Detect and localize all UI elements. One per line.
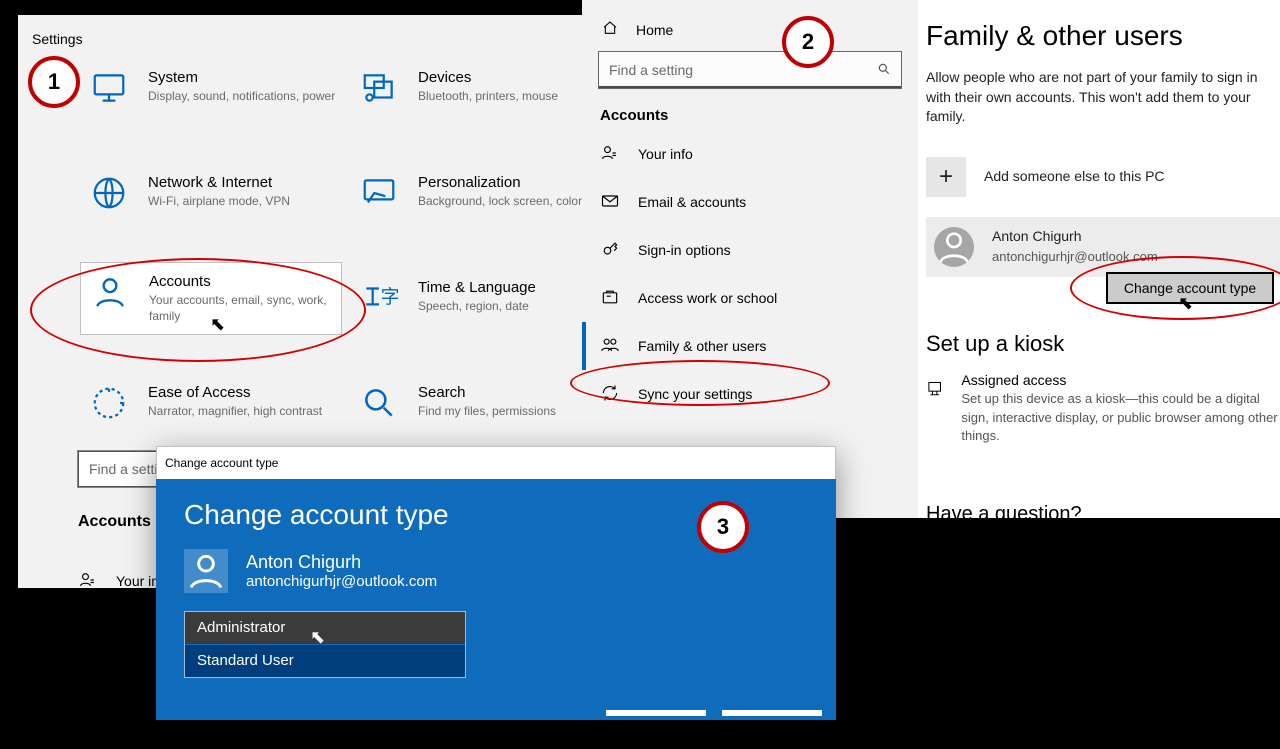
nav-icon — [78, 666, 98, 689]
tile-devices[interactable]: DevicesBluetooth, printers, mouse — [360, 61, 615, 115]
sidebar-item-sync-your-settings[interactable]: Sync your settings — [582, 370, 918, 418]
kiosk-desc: Set up this device as a kiosk—this could… — [961, 390, 1280, 445]
option-standard-user[interactable]: Standard User — [185, 644, 465, 677]
page-heading: Family & other users — [926, 20, 1280, 52]
add-user-button[interactable]: + Add someone else to this PC — [926, 157, 1280, 197]
tile-network[interactable]: Network & InternetWi-Fi, airplane mode, … — [90, 166, 345, 220]
nav-icon — [78, 570, 98, 593]
dialog-titlebar: Change account type — [156, 446, 836, 479]
sidebar-item-family-other-users[interactable]: Family & other users — [582, 322, 918, 370]
search-input[interactable]: Find a setting — [598, 51, 902, 89]
dialog-buttons — [606, 710, 822, 716]
nav-icon — [600, 191, 620, 214]
nav-icon — [600, 239, 620, 262]
nav-icon — [600, 143, 620, 166]
accessibility-icon — [90, 384, 128, 422]
time-language-icon: 字 — [360, 279, 398, 317]
section-header-accounts: Accounts — [78, 513, 151, 531]
user-email: antonchigurhjr@outlook.com — [992, 249, 1158, 264]
change-account-type-button[interactable]: Change account type — [1106, 272, 1274, 304]
option-administrator[interactable]: Administrator — [185, 612, 465, 644]
dialog-user-row: Anton Chigurh antonchigurhjr@outlook.com — [184, 549, 836, 593]
accounts-nav: Your infoEmail & accountsSign-in options… — [582, 130, 918, 418]
tile-accounts[interactable]: AccountsYour accounts, email, sync, work… — [80, 262, 342, 335]
devices-icon — [360, 69, 398, 107]
dialog-button-ok[interactable] — [606, 710, 706, 716]
nav-home[interactable]: Home — [582, 0, 918, 39]
nav-icon — [78, 714, 98, 737]
tile-search[interactable]: SearchFind my files, permissions — [360, 376, 615, 430]
avatar-icon — [934, 227, 974, 267]
tile-system[interactable]: SystemDisplay, sound, notifications, pow… — [90, 61, 345, 115]
tile-ease-of-access[interactable]: Ease of AccessNarrator, magnifier, high … — [90, 376, 345, 430]
nav-icon — [600, 383, 620, 406]
svg-text:字: 字 — [381, 286, 398, 308]
home-icon — [602, 20, 618, 39]
sidebar-item-access-work-or-school[interactable]: Access work or school — [582, 274, 918, 322]
dialog-user-name: Anton Chigurh — [246, 552, 437, 573]
nav-icon — [600, 335, 620, 358]
section-header: Accounts — [600, 107, 918, 124]
magnifier-icon — [360, 384, 398, 422]
sidebar-item-your-info[interactable]: Your info — [582, 130, 918, 178]
search-icon — [877, 62, 891, 79]
person-icon — [91, 273, 129, 311]
tile-personalization[interactable]: PersonalizationBackground, lock screen, … — [360, 166, 615, 220]
step-badge-2: 2 — [782, 16, 834, 68]
page-description: Allow people who are not part of your fa… — [926, 68, 1276, 127]
accounts-sidebar-panel: Home Find a setting Accounts Your infoEm… — [582, 0, 918, 518]
paintbrush-icon — [360, 174, 398, 212]
kiosk-heading: Set up a kiosk — [926, 331, 1280, 357]
user-row[interactable]: Anton Chigurh antonchigurhjr@outlook.com — [926, 217, 1280, 277]
sidebar-item-email-accounts[interactable]: Email & accounts — [582, 178, 918, 226]
user-name: Anton Chigurh — [992, 227, 1158, 247]
dialog-user-email: antonchigurhjr@outlook.com — [246, 573, 437, 590]
nav-icon — [600, 287, 620, 310]
step-badge-3: 3 — [697, 501, 749, 553]
family-other-users-panel: Family & other users Allow people who ar… — [918, 0, 1280, 518]
account-type-dropdown[interactable]: Administrator Standard User — [184, 611, 466, 678]
question-heading: Have a question? — [926, 503, 1082, 526]
change-account-type-dialog: Change account type Change account type … — [156, 446, 836, 720]
nav-icon — [78, 618, 98, 641]
sidebar-item-sign-in-options[interactable]: Sign-in options — [582, 226, 918, 274]
kiosk-icon — [926, 371, 943, 407]
system-icon — [90, 69, 128, 107]
dialog-button-cancel[interactable] — [722, 710, 822, 716]
plus-icon: + — [926, 157, 966, 197]
step-badge-1: 1 — [28, 56, 80, 108]
avatar-icon — [184, 549, 228, 593]
kiosk-title: Assigned access — [961, 371, 1280, 391]
globe-icon — [90, 174, 128, 212]
tile-time-language[interactable]: 字 Time & LanguageSpeech, region, date — [360, 271, 615, 325]
window-title: Settings — [32, 31, 83, 47]
assigned-access-row[interactable]: Assigned access Set up this device as a … — [918, 371, 1280, 445]
